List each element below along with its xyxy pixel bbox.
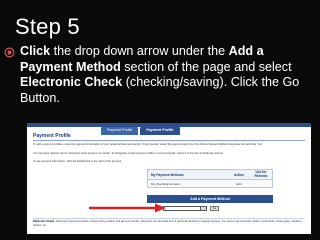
section-divider bbox=[33, 218, 305, 219]
go-button[interactable]: Go bbox=[210, 206, 219, 211]
refund-paragraph: You can have refunds sent to whichever b… bbox=[33, 152, 224, 155]
note-text: - Electronic payments require a bank rou… bbox=[33, 220, 302, 227]
instruction-part: section of the page and select bbox=[120, 59, 292, 74]
table-header: My Payment Methods Action Use for Refund… bbox=[148, 170, 272, 180]
slide: Step 5 Click the drop down arrow under t… bbox=[0, 0, 320, 240]
instructions-paragraph: To store payment profiles, enter the pay… bbox=[33, 143, 264, 146]
note-label: Electronic Check bbox=[33, 220, 55, 223]
payment-type-dropdown[interactable] bbox=[163, 206, 207, 211]
instruction-part: the drop down arrow under the bbox=[50, 44, 229, 58]
edit-link[interactable]: Edit bbox=[228, 182, 250, 186]
slide-title: Step 5 bbox=[15, 14, 80, 39]
chevron-down-icon[interactable] bbox=[200, 207, 206, 210]
tab-payment-profile[interactable]: Payment Profile bbox=[101, 127, 139, 135]
payment-methods-table: My Payment Methods Action Use for Refund… bbox=[147, 169, 273, 188]
instruction-click: Click bbox=[20, 44, 51, 58]
details-paragraph: To see account information, click the De… bbox=[33, 160, 122, 163]
title-divider bbox=[33, 140, 305, 141]
electronic-check-note: Electronic Check - Electronic payments r… bbox=[33, 220, 305, 227]
instruction-text: Click the drop down arrow under the Add … bbox=[20, 44, 316, 106]
tab-bar: Payment Profile Payment Profile bbox=[101, 127, 182, 135]
add-payment-method-header: Add a Payment Method bbox=[147, 195, 273, 203]
pointer-arrow-icon bbox=[89, 203, 166, 213]
bullet-icon bbox=[4, 47, 15, 58]
page-title: Payment Profile bbox=[33, 133, 71, 139]
column-header: Use for Refunds bbox=[254, 170, 268, 178]
payment-method-name: My Checking Account bbox=[151, 181, 180, 186]
column-header: Action bbox=[234, 172, 244, 177]
tab-payment-profile-active[interactable]: Payment Profile bbox=[140, 127, 180, 135]
column-header: My Payment Methods bbox=[151, 172, 184, 177]
instruction-bullet: Click the drop down arrow under the Add … bbox=[4, 44, 316, 106]
table-row: My Checking Account Edit bbox=[148, 180, 272, 187]
payment-profile-screenshot: Payment Profile Payment Profile Payment … bbox=[27, 123, 311, 234]
instruction-electronic-check: Electronic Check bbox=[20, 75, 123, 89]
